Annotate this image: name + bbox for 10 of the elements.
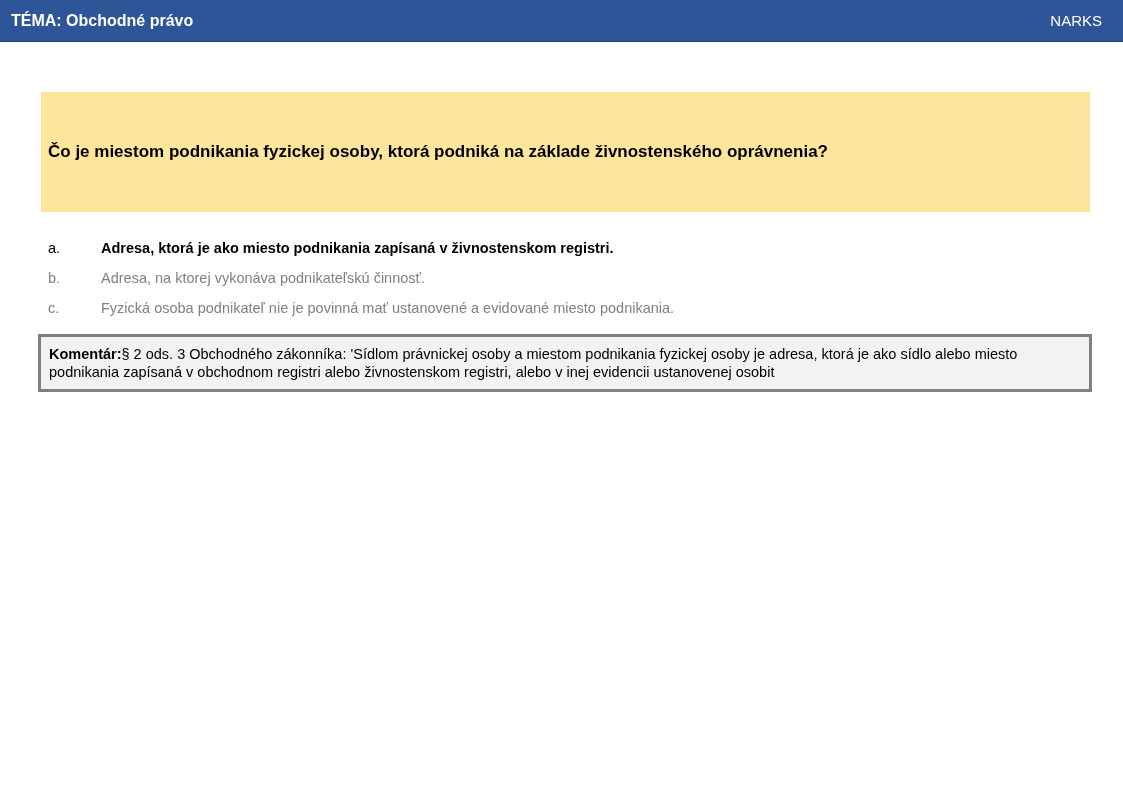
answer-letter: a.: [48, 240, 62, 256]
answer-text: Fyzická osoba podnikateľ nie je povinná mať ustanovené a evidované miesto podnikania.: [101, 300, 675, 316]
topic-title: TÉMA: Obchodné právo: [11, 11, 194, 30]
answer-text: Adresa, ktorá je ako miesto podnikania zapísaná v živnostenskom registri.: [101, 240, 614, 256]
brand-label: NARKS: [1050, 12, 1102, 29]
answer-text: Adresa, na ktorej vykonáva podnikateľskú činnosť.: [101, 270, 425, 286]
answer-letter: c.: [48, 300, 61, 316]
answer-letter: b.: [48, 270, 62, 286]
question-text: Čo je miestom podnikania fyzickej osoby, ktorá podniká na základe živnostenského oprávnenia?: [48, 142, 828, 162]
comment-text: Komentár:§ 2 ods. 3 Obchodného zákonníka: 'Sídlom právnickej osoby a miestom podnikania fyzickej osoby je adresa, ktorá je ako sídlo alebo miesto podnikania zapísaná v obchodnom registri alebo živnostenskom registri, alebo v inej evidencii ustanovenej osobit: [49, 345, 1019, 381]
